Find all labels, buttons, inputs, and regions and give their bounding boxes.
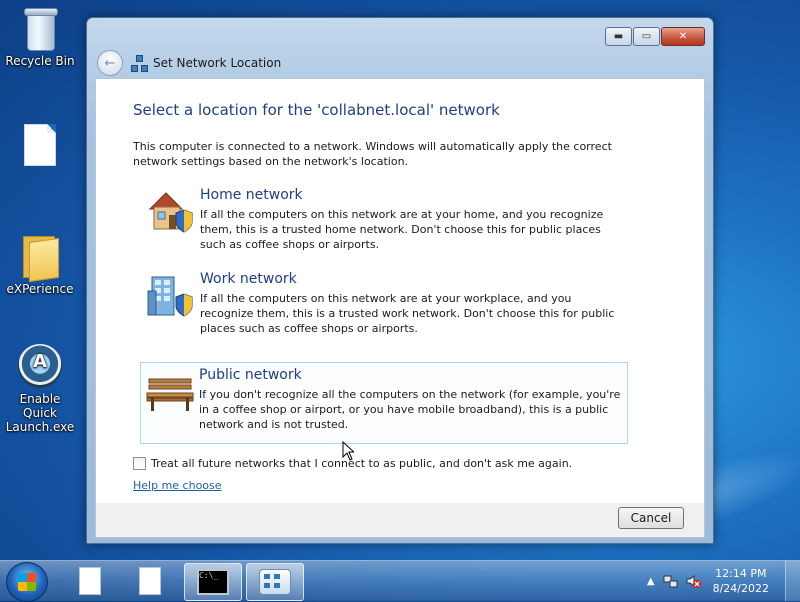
volume-muted-icon[interactable] bbox=[685, 573, 701, 589]
treat-public-checkbox-label: Treat all future networks that I connect… bbox=[151, 457, 573, 470]
page-heading: Select a location for the 'collabnet.loc… bbox=[133, 101, 500, 119]
desktop-icon-recycle-bin[interactable]: Recycle Bin bbox=[2, 8, 78, 68]
network-settings-icon bbox=[259, 569, 291, 595]
clock-time: 12:14 PM bbox=[715, 567, 767, 580]
desktop-icon-experience[interactable]: eXPerience bbox=[2, 232, 78, 296]
command-prompt-icon: C:\_ bbox=[197, 569, 229, 595]
clock-date: 8/24/2022 bbox=[712, 582, 769, 595]
blank-document-icon bbox=[24, 124, 56, 166]
start-button[interactable] bbox=[6, 562, 48, 602]
public-network-title: Public network bbox=[199, 367, 302, 383]
home-network-icon bbox=[148, 192, 193, 233]
show-desktop-button[interactable] bbox=[785, 561, 800, 601]
show-hidden-icons-arrow-icon[interactable]: ▲ bbox=[647, 576, 655, 587]
window-title: Set Network Location bbox=[153, 56, 282, 70]
public-network-icon bbox=[146, 378, 194, 411]
mouse-cursor-icon bbox=[342, 441, 354, 461]
title-row: ← Set Network Location bbox=[97, 49, 281, 77]
taskbar-item-network-settings[interactable] bbox=[246, 563, 304, 601]
document-icon bbox=[79, 567, 101, 595]
back-arrow-icon: ← bbox=[104, 55, 116, 71]
intro-text: This computer is connected to a network.… bbox=[133, 140, 612, 168]
cancel-button[interactable]: Cancel bbox=[618, 507, 684, 529]
folder-icon bbox=[23, 232, 59, 283]
close-button[interactable]: ✕ bbox=[661, 27, 705, 46]
desktop-icon-document[interactable] bbox=[2, 124, 78, 170]
maximize-icon: ▭ bbox=[641, 31, 652, 42]
app-icon: A bbox=[18, 344, 62, 388]
work-network-title: Work network bbox=[200, 271, 297, 287]
dialog-footer: Cancel bbox=[95, 503, 705, 538]
desktop-icon-label: eXPerience bbox=[6, 282, 74, 296]
public-network-option[interactable]: Public network If you don't recognize al… bbox=[140, 362, 628, 444]
treat-public-checkbox[interactable] bbox=[133, 457, 146, 470]
desktop-icon-label: Enable Quick Launch.exe bbox=[5, 392, 75, 434]
system-tray: ▲ 12:14 PM 8/24/2022 bbox=[647, 561, 800, 601]
desktop-icon-label: Recycle Bin bbox=[5, 54, 75, 68]
minimize-button[interactable]: ▬ bbox=[605, 27, 632, 46]
home-network-option[interactable]: Home network If all the computers on thi… bbox=[142, 183, 630, 263]
desktop-icon-enable-quick-launch[interactable]: A Enable Quick Launch.exe bbox=[2, 344, 78, 434]
document-icon bbox=[139, 567, 161, 595]
network-icon bbox=[131, 55, 148, 72]
network-status-icon[interactable] bbox=[663, 573, 679, 589]
work-network-option[interactable]: Work network If all the computers on thi… bbox=[142, 267, 630, 347]
taskbar-item-document-1[interactable] bbox=[62, 563, 118, 599]
home-network-description: If all the computers on this network are… bbox=[200, 208, 604, 251]
work-network-icon bbox=[147, 276, 193, 317]
maximize-button[interactable]: ▭ bbox=[633, 27, 660, 46]
home-network-title: Home network bbox=[200, 187, 303, 203]
taskbar-item-command-prompt[interactable]: C:\_ bbox=[184, 563, 242, 601]
taskbar-clock[interactable]: 12:14 PM 8/24/2022 bbox=[713, 566, 769, 596]
recycle-bin-icon bbox=[23, 8, 58, 51]
dialog-content: Select a location for the 'collabnet.loc… bbox=[95, 78, 705, 504]
taskbar-item-document-2[interactable] bbox=[122, 563, 178, 599]
back-button[interactable]: ← bbox=[97, 50, 123, 76]
taskbar: C:\_ ▲ 12:14 PM 8/24/2022 bbox=[0, 560, 800, 602]
close-icon: ✕ bbox=[678, 31, 688, 42]
public-network-description: If you don't recognize all the computers… bbox=[199, 388, 621, 431]
help-me-choose-link[interactable]: Help me choose bbox=[133, 479, 222, 492]
work-network-description: If all the computers on this network are… bbox=[200, 292, 615, 335]
minimize-icon: ▬ bbox=[613, 31, 624, 42]
window-controls: ▬ ▭ ✕ bbox=[605, 27, 705, 46]
set-network-location-window: ▬ ▭ ✕ ← Set Network Location Select a lo… bbox=[86, 17, 714, 544]
